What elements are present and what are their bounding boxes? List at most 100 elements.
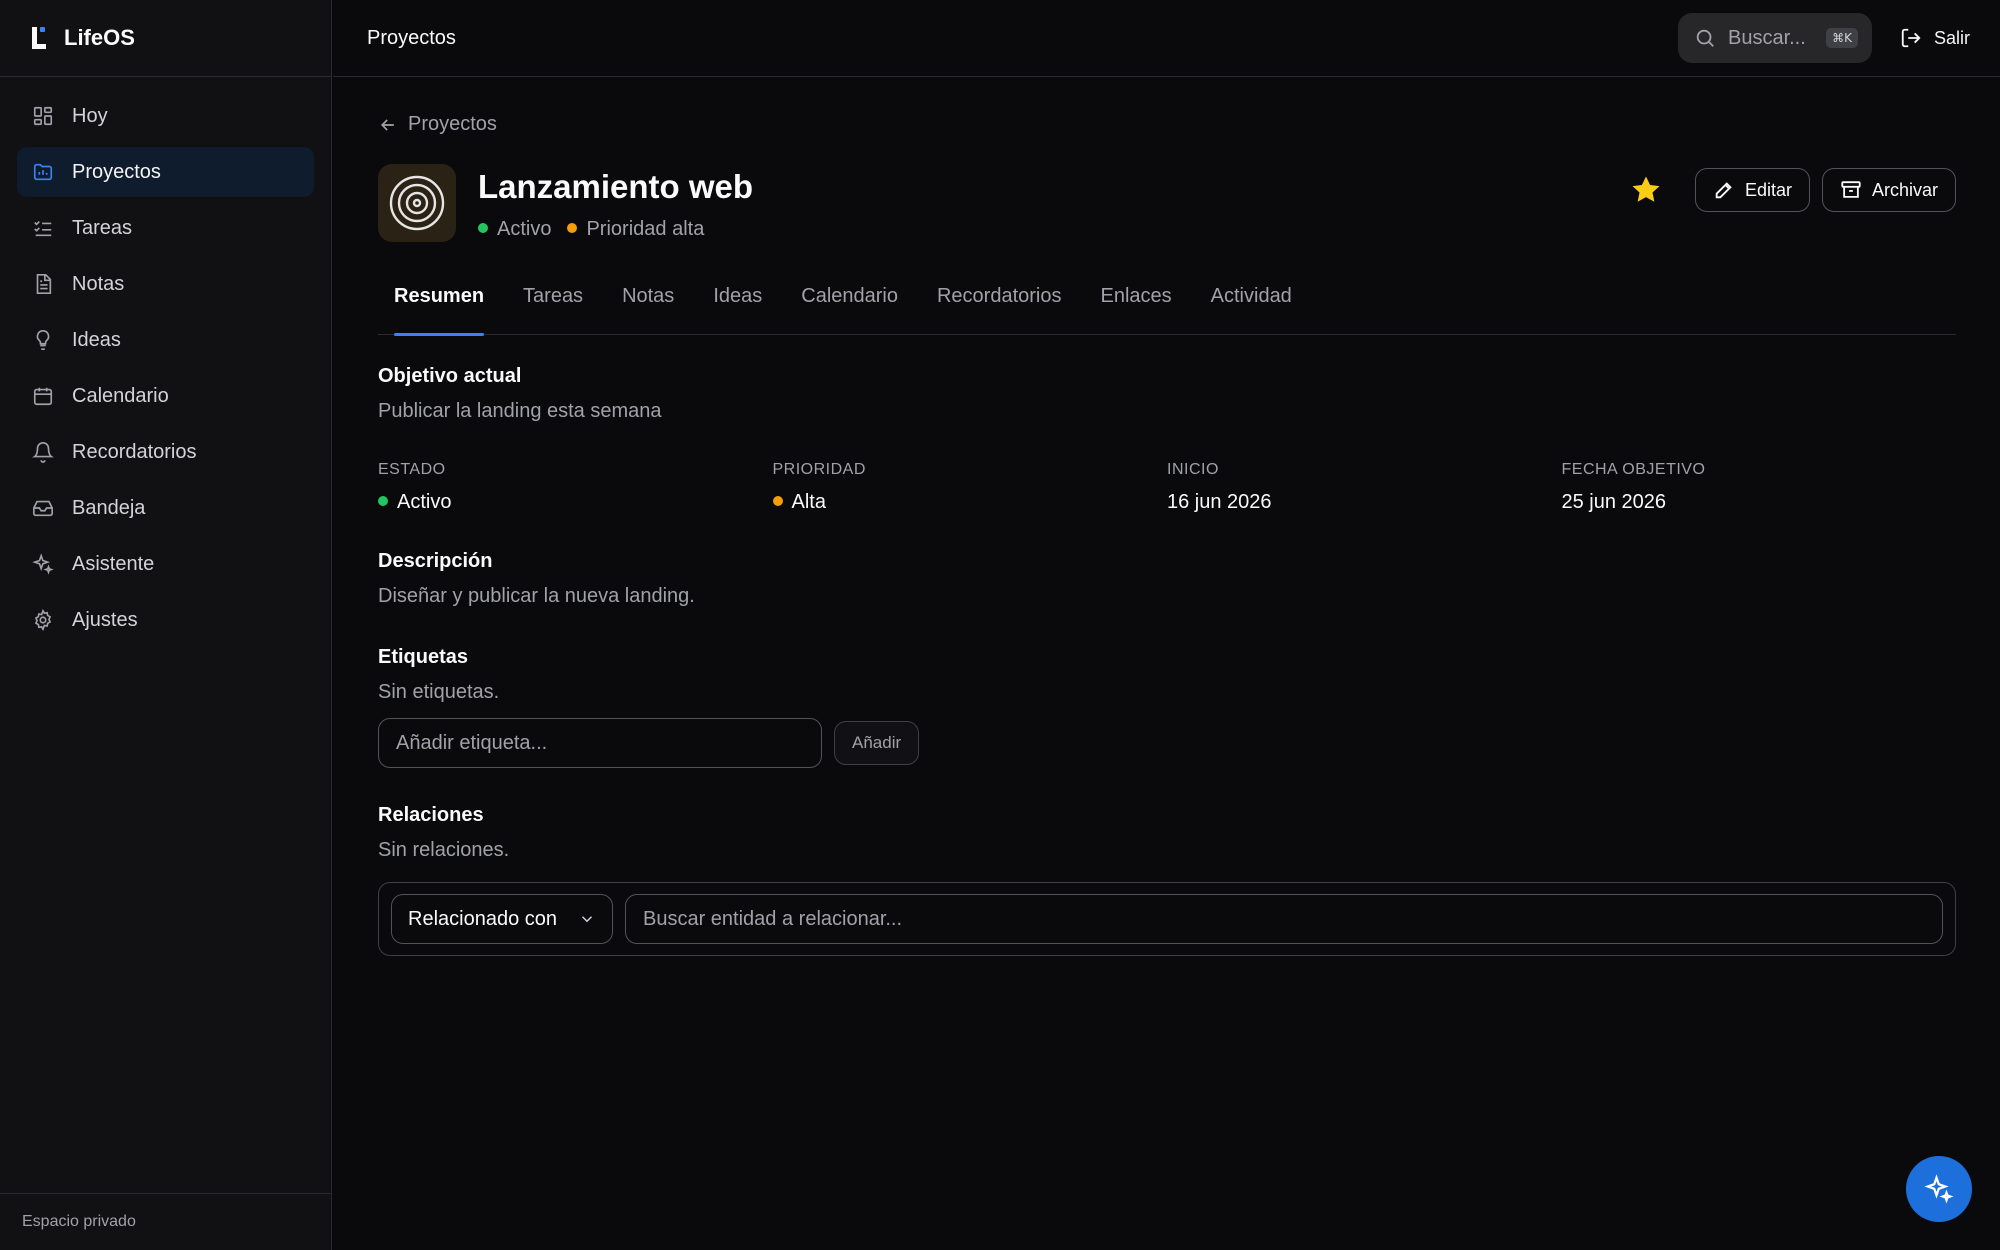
target-icon: [378, 164, 456, 242]
sidebar-item-label: Notas: [72, 272, 125, 295]
priority-label: Prioridad alta: [586, 218, 705, 240]
tags-heading: Etiquetas: [378, 646, 469, 668]
workspace-label: Espacio privado: [0, 1193, 331, 1250]
relations-section: Relaciones Sin relaciones. Relacionado c…: [378, 804, 1956, 956]
sidebar-nav: Hoy Proyectos Tareas Notas Ideas Calenda…: [0, 77, 331, 645]
sidebar-item-recordatorios[interactable]: Recordatorios: [17, 427, 314, 477]
bell-icon: [32, 441, 54, 463]
relation-search-input[interactable]: [625, 894, 1943, 944]
field-prioridad: PRIORIDAD Alta: [772, 461, 1168, 514]
sidebar-item-tareas[interactable]: Tareas: [17, 203, 314, 253]
calendar-icon: [32, 385, 54, 407]
project-title: Lanzamiento web: [478, 168, 754, 205]
sidebar-item-label: Recordatorios: [72, 440, 197, 463]
favorite-star-icon[interactable]: [1629, 173, 1663, 207]
sidebar-item-label: Proyectos: [72, 160, 161, 183]
tab-enlaces[interactable]: Enlaces: [1085, 280, 1188, 335]
tag-input[interactable]: [378, 718, 822, 768]
pencil-icon: [1713, 179, 1735, 201]
field-label: INICIO: [1167, 461, 1219, 478]
tab-recordatorios[interactable]: Recordatorios: [921, 280, 1078, 335]
relations-heading: Relaciones: [378, 804, 484, 826]
logout-icon: [1900, 27, 1922, 49]
sidebar-item-label: Tareas: [72, 216, 133, 239]
logout-button[interactable]: Salir: [1900, 27, 1970, 49]
sidebar-item-bandeja[interactable]: Bandeja: [17, 483, 314, 533]
page-title: Proyectos: [367, 26, 456, 49]
sidebar-item-ajustes[interactable]: Ajustes: [17, 595, 314, 645]
archive-label: Archivar: [1871, 179, 1938, 200]
inbox-icon: [32, 497, 54, 519]
relations-empty: Sin relaciones.: [378, 839, 510, 861]
lightbulb-icon: [32, 329, 54, 351]
tab-tareas[interactable]: Tareas: [507, 280, 599, 335]
sparkles-icon: [1924, 1174, 1954, 1204]
arrow-left-icon: [378, 115, 398, 135]
app-name: LifeOS: [64, 25, 135, 50]
sidebar-item-proyectos[interactable]: Proyectos: [17, 147, 314, 197]
relation-form: Relacionado con: [378, 882, 1956, 956]
tab-resumen[interactable]: Resumen: [378, 280, 500, 336]
description-heading: Descripción: [378, 550, 493, 572]
field-label: FECHA OBJETIVO: [1561, 461, 1706, 478]
project-detail: Proyectos Lanzamiento web Activo Priorid…: [378, 77, 1956, 956]
field-fecha-objetivo: FECHA OBJETIVO 25 jun 2026: [1562, 461, 1957, 514]
back-link[interactable]: Proyectos: [378, 113, 1956, 136]
priority-dot: [772, 495, 783, 506]
archive-icon: [1840, 179, 1862, 201]
search-placeholder: Buscar...: [1727, 26, 1806, 49]
sidebar-item-hoy[interactable]: Hoy: [17, 91, 314, 141]
logout-label: Salir: [1933, 27, 1970, 48]
sidebar-item-label: Ideas: [72, 328, 121, 351]
tasks-icon: [32, 217, 54, 239]
chevron-down-icon: [578, 910, 596, 928]
field-value: 25 jun 2026: [1561, 491, 1667, 513]
objective-section: Objetivo actual Publicar la landing esta…: [378, 365, 1956, 423]
tab-actividad[interactable]: Actividad: [1195, 280, 1308, 335]
sidebar: LifeOS Hoy Proyectos Tareas Notas Ideas …: [0, 0, 332, 1250]
tab-ideas[interactable]: Ideas: [697, 280, 778, 335]
archive-button[interactable]: Archivar: [1821, 168, 1956, 212]
description-section: Descripción Diseñar y publicar la nueva …: [378, 550, 1956, 608]
field-estado: ESTADO Activo: [378, 461, 773, 514]
sidebar-item-notas[interactable]: Notas: [17, 259, 314, 309]
priority-badge: Prioridad alta: [567, 218, 704, 241]
sidebar-item-label: Bandeja: [72, 496, 146, 519]
assistant-fab-button[interactable]: [1906, 1156, 1972, 1222]
sidebar-item-ideas[interactable]: Ideas: [17, 315, 314, 365]
edit-button[interactable]: Editar: [1694, 168, 1810, 212]
field-value: Activo: [397, 491, 452, 513]
objective-heading: Objetivo actual: [378, 365, 522, 387]
gear-icon: [32, 609, 54, 631]
status-label: Activo: [497, 218, 552, 240]
dashboard-icon: [32, 105, 54, 127]
brand[interactable]: LifeOS: [0, 0, 331, 77]
sidebar-item-asistente[interactable]: Asistente: [17, 539, 314, 589]
project-tabs: Resumen Tareas Notas Ideas Calendario Re…: [378, 280, 1956, 336]
back-link-label: Proyectos: [408, 113, 497, 135]
field-inicio: INICIO 16 jun 2026: [1167, 461, 1562, 514]
add-tag-button[interactable]: Añadir: [834, 721, 920, 765]
lifeos-logo-icon: [30, 25, 50, 51]
status-badge: Activo: [478, 218, 551, 241]
tags-section: Etiquetas Sin etiquetas. Añadir: [378, 646, 1956, 768]
field-label: PRIORIDAD: [772, 461, 866, 478]
tags-empty: Sin etiquetas.: [378, 681, 500, 703]
tab-calendario[interactable]: Calendario: [785, 280, 914, 335]
topbar: Proyectos Buscar... ⌘K Salir: [333, 0, 2000, 77]
note-icon: [32, 273, 54, 295]
sparkles-icon: [32, 553, 54, 575]
project-header: Lanzamiento web Activo Prioridad alta Ed…: [378, 164, 1956, 242]
sidebar-item-label: Calendario: [72, 384, 169, 407]
sidebar-item-label: Asistente: [72, 552, 155, 575]
tab-notas[interactable]: Notas: [606, 280, 690, 335]
sidebar-item-calendario[interactable]: Calendario: [17, 371, 314, 421]
sidebar-item-label: Hoy: [72, 104, 108, 127]
relation-type-select[interactable]: Relacionado con: [391, 894, 613, 944]
field-value: Alta: [791, 491, 826, 513]
status-dot: [378, 495, 388, 506]
description-text: Diseñar y publicar la nueva landing.: [378, 585, 695, 607]
folder-icon: [32, 161, 54, 183]
field-label: ESTADO: [378, 461, 446, 478]
search-button[interactable]: Buscar... ⌘K: [1677, 13, 1872, 63]
